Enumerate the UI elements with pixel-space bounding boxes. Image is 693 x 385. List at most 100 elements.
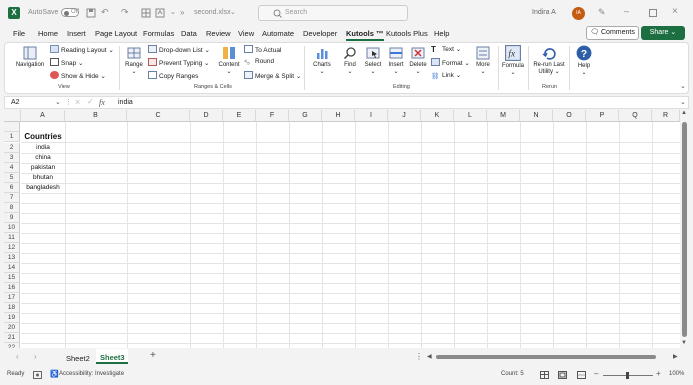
to-actual-button[interactable]: To Actual [244,45,281,54]
row-header[interactable]: 12 [4,243,20,253]
table-icon[interactable] [141,8,151,18]
add-sheet-icon[interactable]: + [150,350,156,361]
zoom-out-icon[interactable]: – [594,369,598,378]
cell-a5[interactable]: bhutan [21,173,65,183]
column-header[interactable]: P [586,110,619,122]
row-header[interactable]: 7 [4,193,20,203]
row-header[interactable]: 5 [4,173,20,183]
column-header[interactable]: E [223,110,256,122]
select-button[interactable]: Select ⌄ [361,46,385,75]
text-button[interactable]: T Text ⌄ [431,45,461,54]
cell-a6[interactable]: bangladesh [21,183,65,193]
row-header[interactable]: 21 [4,333,20,343]
page-layout-view-icon[interactable] [558,371,567,379]
maximize-icon[interactable] [649,9,657,17]
column-header[interactable]: Q [619,110,652,122]
zoom-level[interactable]: 100% [669,371,684,377]
row-header[interactable]: 8 [4,203,20,213]
tab-kutools[interactable]: Kutools ™ [346,29,384,41]
tab-file[interactable]: File [13,29,25,38]
comments-button[interactable]: 🗨 Comments [586,26,639,40]
minimize-icon[interactable]: – [624,6,629,16]
snap-button[interactable]: Snap ⌄ [50,58,83,67]
column-header[interactable]: C [127,110,190,122]
find-button[interactable]: Find ⌄ [339,46,361,75]
tab-review[interactable]: Review [206,29,231,38]
row-header[interactable]: 4 [4,163,20,173]
customize-toolbar-chevron-icon[interactable]: ⌄ [170,8,176,16]
tab-data[interactable]: Data [181,29,197,38]
scroll-down-icon[interactable]: ▼ [681,340,687,346]
row-header[interactable]: 18 [4,303,20,313]
sheet-tab-sheet3[interactable]: Sheet3 [96,349,128,364]
page-break-view-icon[interactable] [577,371,586,379]
macro-record-icon[interactable] [33,371,42,379]
zoom-slider-thumb[interactable] [626,372,629,379]
name-box[interactable]: A2 [11,99,20,106]
cell-a4[interactable]: pakistan [21,163,65,173]
format-button[interactable]: Format ⌄ [431,58,470,67]
navigation-button[interactable]: Navigation [12,46,48,68]
horizontal-scroll-thumb[interactable] [436,355,656,359]
formula-input[interactable]: india [118,99,133,106]
expand-formula-bar-icon[interactable]: ⌄ [680,98,686,106]
charts-button[interactable]: Charts ⌄ [309,46,335,75]
range-button[interactable]: Range ⌄ [122,46,146,75]
row-header[interactable]: 20 [4,323,20,333]
save-icon[interactable] [86,8,96,18]
column-header[interactable]: K [421,110,454,122]
rerun-last-utility-button[interactable]: Re-run Last Utility ⌄ [531,46,567,75]
row-header[interactable]: 3 [4,153,20,163]
sheet-tab-sheet2[interactable]: Sheet2 [66,354,90,363]
row-header[interactable]: 22 [4,343,20,348]
tab-view[interactable]: View [238,29,254,38]
row-header[interactable]: 2 [4,143,20,153]
cell-a1[interactable]: Countries [21,132,65,143]
undo-icon[interactable]: ↶ [101,7,109,18]
show-hide-button[interactable]: Show & Hide ⌄ [50,71,106,80]
more-button[interactable]: More ⌄ [472,46,494,75]
redo-icon[interactable]: ↷ [121,7,129,18]
column-header[interactable]: O [553,110,586,122]
column-header[interactable]: I [355,110,388,122]
reading-layout-button[interactable]: Reading Layout ⌄ [50,45,114,54]
cell-a3[interactable]: china [21,153,65,163]
row-header[interactable]: 17 [4,293,20,303]
worksheet-grid[interactable]: A B C D E F G H I J K L M N O P Q R 1 2 … [4,110,680,348]
avatar[interactable]: IA [572,7,585,20]
tab-page-layout[interactable]: Page Layout [95,29,137,38]
row-header[interactable]: 1 [4,132,20,142]
content-button[interactable]: Content ⌄ [216,46,242,75]
accessibility-status[interactable]: Accessibility: Investigate [59,371,124,377]
file-name-chevron-icon[interactable]: ⌄ [230,8,236,16]
column-header[interactable]: G [289,110,322,122]
vertical-scroll-thumb[interactable] [682,122,687,337]
formula-button[interactable]: fx Formula ⌄ [500,45,526,76]
column-header[interactable]: R [652,110,680,122]
ellipsis-icon[interactable]: » [180,8,184,17]
zoom-in-icon[interactable]: + [656,369,661,378]
row-header[interactable]: 11 [4,233,20,243]
close-icon[interactable]: × [672,6,678,17]
tab-formulas[interactable]: Formulas [143,29,174,38]
pen-icon[interactable]: ✎ [598,7,606,18]
help-button[interactable]: ? Help ⌄ [572,45,596,76]
search-box[interactable]: Search [258,5,408,21]
link-button[interactable]: ⛓ Link ⌄ [431,71,461,80]
insert-function-icon[interactable]: fx [99,98,105,107]
tab-help[interactable]: Help [434,29,449,38]
delete-button[interactable]: Delete ⌄ [407,46,429,75]
row-header[interactable]: 13 [4,253,20,263]
name-box-chevron-icon[interactable]: ⌄ [55,98,61,106]
column-header[interactable]: J [388,110,421,122]
row-header[interactable]: 16 [4,283,20,293]
more-options-icon[interactable]: ⋮ [65,98,72,106]
column-header[interactable]: H [322,110,355,122]
more-sheets-icon[interactable]: ⋮ [415,352,423,361]
column-header[interactable]: L [454,110,487,122]
scroll-up-icon[interactable]: ▲ [681,110,687,116]
copy-ranges-button[interactable]: Copy Ranges [148,71,198,80]
merge-split-button[interactable]: Merge & Split ⌄ [244,71,301,80]
cell-a2[interactable]: india [21,143,65,153]
dropdown-list-button[interactable]: Drop-down List ⌄ [148,45,210,54]
